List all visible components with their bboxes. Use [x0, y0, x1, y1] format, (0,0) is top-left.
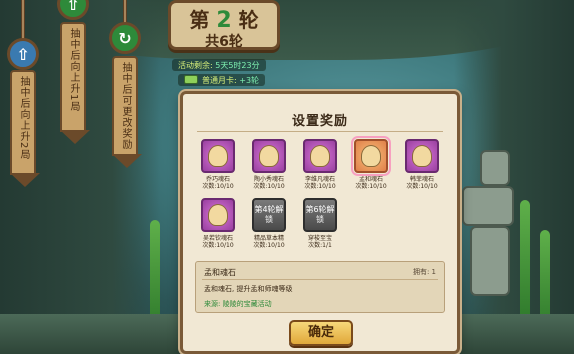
round-prefix: 第: [189, 8, 210, 32]
seaweed: [520, 200, 530, 320]
soulstone-icon: [310, 145, 330, 167]
hanger-change-reward[interactable]: ↻ 抽中后可更改奖励: [108, 0, 142, 170]
set-reward-dialog: 设置奖励 乔巧魂石 次数:10/10 陶小秀魂石 次数:10/10 李维凡魂石 …: [180, 91, 460, 354]
reward-item[interactable]: 陶小秀魂石 次数:10/10: [244, 139, 294, 195]
reward-item[interactable]: 李维凡魂石 次数:10/10: [295, 139, 345, 195]
soulstone-icon: [361, 145, 381, 167]
soulstone-icon: [412, 145, 432, 167]
hanger-label: 抽中后向上升1局: [68, 28, 79, 113]
soulstone-icon: [208, 145, 228, 167]
lock-label: 第4轮解锁: [254, 205, 284, 224]
refresh-icon: ↻: [109, 22, 141, 54]
hanger-rise-1[interactable]: ⇧ 抽中后向上升1局: [56, 0, 90, 150]
up-arrow-icon: ⇧: [57, 0, 89, 20]
round-board: 第 2 轮 共6轮: [168, 0, 280, 50]
reward-item[interactable]: 吴若钦魂石 次数:10/10: [193, 198, 243, 254]
detail-owned: 拥有: 1: [412, 268, 436, 276]
reward-item-selected[interactable]: 孟和魂石 次数:10/10: [346, 136, 396, 195]
cave-wall-right: [454, 0, 574, 354]
reward-detail: 孟和魂石 拥有: 1 孟和魂石, 提升孟和师魂等级 来源: 陵陵的宝藏活动: [195, 261, 445, 313]
up-arrow-icon: ⇧: [7, 38, 39, 70]
rock-pillar: [480, 150, 510, 186]
event-remaining: 活动剩余: 5天5时23分: [172, 59, 266, 71]
detail-name: 孟和魂石: [204, 268, 236, 277]
hanger-label: 抽中后可更改奖励: [120, 62, 131, 150]
round-total: 共6轮: [205, 34, 243, 50]
round-number: 2: [216, 8, 232, 33]
soulstone-icon: [208, 204, 228, 226]
detail-source: 来源: 陵陵的宝藏活动: [204, 300, 272, 308]
divider: [197, 131, 443, 132]
hanger-rise-2[interactable]: ⇧ 抽中后向上升2局: [6, 0, 40, 190]
dialog-title: 设置奖励: [291, 114, 348, 129]
monthcard-icon: [184, 75, 198, 84]
detail-description: 孟和魂石, 提升孟和师魂等级: [204, 285, 293, 293]
reward-item[interactable]: 乔巧魂石 次数:10/10: [193, 139, 243, 195]
soulstone-icon: [259, 145, 279, 167]
lock-label: 第6轮解锁: [305, 205, 335, 224]
rock-pillar: [470, 226, 510, 296]
round-suffix: 轮: [238, 8, 259, 32]
hanger-label: 抽中后向上升2局: [18, 76, 29, 161]
divider: [202, 279, 438, 280]
monthcard-bonus: 普通月卡: +3轮: [178, 74, 266, 86]
rock-pillar: [462, 186, 514, 226]
reward-item-locked[interactable]: 第4轮解锁 精品草本精 次数:10/10: [244, 198, 294, 254]
reward-item-locked[interactable]: 第6轮解锁 穿梭至宝 次数:1/1: [295, 198, 345, 254]
confirm-button[interactable]: 确定: [289, 320, 353, 346]
reward-item[interactable]: 韩菲魂石 次数:10/10: [397, 139, 447, 195]
